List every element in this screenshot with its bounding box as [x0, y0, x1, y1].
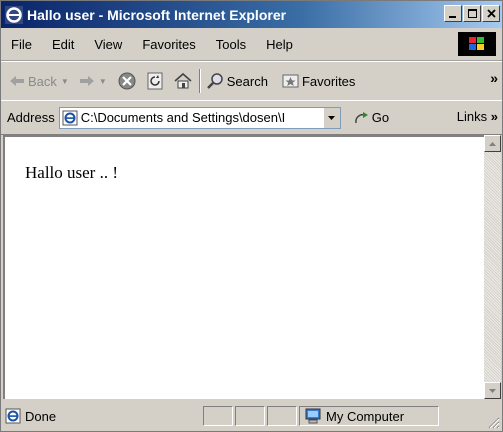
status-pane	[203, 406, 233, 426]
home-button[interactable]	[173, 71, 193, 91]
go-arrow-icon	[354, 111, 368, 123]
links-button[interactable]: Links »	[457, 109, 498, 124]
status-bar: Done My Computer	[1, 401, 502, 431]
scroll-down-button[interactable]	[484, 382, 501, 399]
favorites-button[interactable]: Favorites	[282, 73, 355, 89]
menu-bar: File Edit View Favorites Tools Help	[1, 28, 502, 61]
links-label: Links	[456, 109, 488, 124]
go-label: Go	[371, 110, 390, 125]
status-zone: My Computer	[299, 406, 439, 426]
ie-icon	[5, 5, 23, 24]
scroll-up-button[interactable]	[484, 135, 501, 152]
status-text: Done	[25, 408, 57, 424]
maximize-icon	[467, 9, 477, 18]
toolbar-separator	[198, 69, 201, 93]
search-label: Search	[226, 73, 268, 89]
search-icon	[206, 73, 223, 89]
back-label: Back	[28, 73, 57, 89]
status-main: Done	[5, 408, 201, 424]
stop-button[interactable]	[117, 71, 137, 91]
home-icon	[174, 72, 192, 89]
scroll-up-icon	[489, 141, 496, 146]
my-computer-icon	[305, 408, 321, 424]
forward-dropdown-icon[interactable]: ▼	[99, 77, 107, 86]
page-status-icon	[5, 408, 21, 424]
window-controls	[443, 5, 500, 22]
page-text: Hallo user .. !	[25, 163, 119, 182]
page-content: Hallo user .. !	[3, 135, 484, 399]
address-bar: Address C:\Documents and Settings\dosen\…	[1, 100, 502, 135]
menu-favorites[interactable]: Favorites	[132, 37, 205, 52]
back-dropdown-icon[interactable]: ▼	[61, 77, 69, 86]
address-dropdown-button[interactable]	[322, 107, 340, 128]
vertical-scrollbar[interactable]	[484, 135, 501, 399]
forward-button[interactable]: ▼	[79, 75, 107, 87]
menu-tools[interactable]: Tools	[206, 37, 256, 52]
back-button[interactable]: Back ▼	[9, 74, 69, 89]
scroll-down-icon	[489, 388, 496, 393]
chevron-down-icon	[328, 115, 336, 120]
favorites-label: Favorites	[301, 73, 356, 89]
close-icon	[486, 9, 496, 18]
standard-toolbar: Back ▼ ▼ Search Favorites »	[1, 61, 502, 101]
windows-flag-icon	[469, 37, 484, 50]
favorites-icon	[282, 74, 299, 88]
menu-view[interactable]: View	[84, 37, 132, 52]
menu-edit[interactable]: Edit	[42, 37, 84, 52]
forward-arrow-icon	[79, 76, 94, 86]
window-title: Hallo user - Microsoft Internet Explorer	[27, 6, 287, 23]
menu-help[interactable]: Help	[256, 37, 303, 52]
address-input[interactable]: C:\Documents and Settings\dosen\I	[58, 106, 341, 129]
windows-logo	[458, 32, 496, 56]
toolbar-overflow-button[interactable]: »	[490, 70, 498, 86]
refresh-button[interactable]	[145, 71, 165, 91]
links-overflow-icon: »	[490, 109, 498, 124]
close-button[interactable]	[482, 5, 500, 22]
status-pane	[235, 406, 265, 426]
status-pane	[267, 406, 297, 426]
refresh-icon	[147, 72, 163, 90]
browser-window: Hallo user - Microsoft Internet Explorer…	[0, 0, 503, 432]
stop-icon	[118, 72, 136, 90]
minimize-icon	[449, 15, 456, 18]
minimize-button[interactable]	[444, 5, 462, 22]
title-bar[interactable]: Hallo user - Microsoft Internet Explorer	[1, 1, 502, 28]
menu-file[interactable]: File	[1, 37, 42, 52]
go-button[interactable]: Go	[353, 110, 389, 125]
page-icon	[62, 110, 78, 125]
zone-text: My Computer	[326, 408, 405, 424]
address-label: Address	[7, 110, 55, 125]
address-value: C:\Documents and Settings\dosen\I	[80, 110, 286, 125]
search-button[interactable]: Search	[206, 72, 268, 90]
maximize-button[interactable]	[463, 5, 481, 22]
resize-grip-icon[interactable]	[486, 415, 500, 429]
back-arrow-icon	[10, 76, 24, 86]
